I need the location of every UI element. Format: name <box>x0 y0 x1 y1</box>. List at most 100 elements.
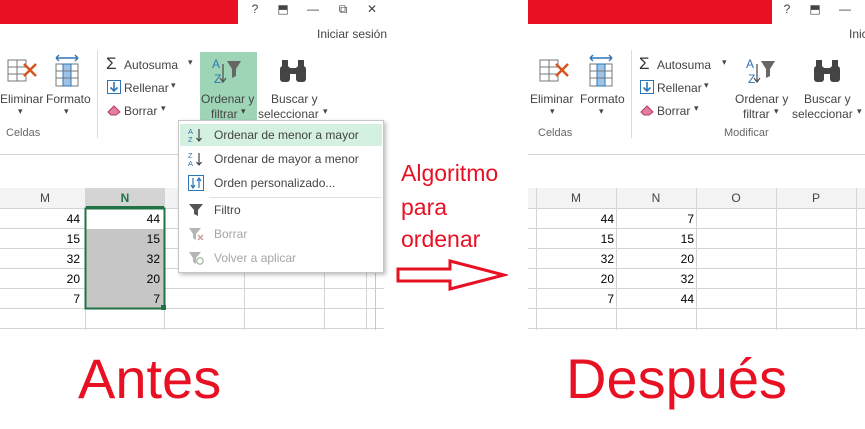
chevron-down-icon: ▾ <box>64 106 69 116</box>
delete-cells-icon <box>539 59 569 82</box>
sign-in-link[interactable]: Iniciar sesión <box>317 27 387 41</box>
clear-button[interactable]: Borrar <box>124 104 157 118</box>
sort-ascending-icon: A Z <box>188 127 202 143</box>
find-select-label-2[interactable]: seleccionar <box>792 107 853 121</box>
minimize-button[interactable]: — <box>304 2 322 16</box>
fill-button[interactable]: Rellenar <box>124 81 169 95</box>
sigma-icon: Σ <box>639 54 650 73</box>
format-button-label[interactable]: Formato <box>46 92 91 106</box>
fill-button[interactable]: Rellenar <box>657 81 702 95</box>
autosum-button[interactable]: Autosuma <box>657 58 711 72</box>
algorithm-text-line-2: para <box>401 194 448 220</box>
menu-item-label: Filtro <box>214 203 241 217</box>
chevron-down-icon: ▾ <box>722 57 727 67</box>
cell-n1[interactable]: 44 <box>80 209 160 229</box>
delete-button-label[interactable]: Eliminar <box>0 92 43 106</box>
filter-icon <box>189 204 203 216</box>
delete-button-label[interactable]: Eliminar <box>530 92 573 106</box>
sign-in-link[interactable]: Iniciar <box>849 27 865 41</box>
find-select-label-2[interactable]: seleccionar <box>258 107 319 121</box>
cell-n2[interactable]: 15 <box>610 229 694 249</box>
chevron-down-icon: ▾ <box>18 106 23 116</box>
cell-n3[interactable]: 32 <box>80 249 160 269</box>
help-button[interactable]: ? <box>778 2 796 16</box>
algorithm-text-line-1: Algoritmo <box>401 160 499 186</box>
chevron-down-icon: ▾ <box>241 106 246 116</box>
ribbon-display-button[interactable]: ⬒ <box>274 2 292 16</box>
menu-item-reapply: Volver a aplicar <box>180 247 382 269</box>
cell-m5[interactable]: 7 <box>0 289 80 309</box>
svg-text:A: A <box>746 57 754 71</box>
cell-m2[interactable]: 15 <box>530 229 614 249</box>
column-header-m[interactable]: M <box>536 188 616 208</box>
close-button[interactable]: ✕ <box>363 2 381 16</box>
cell-n3[interactable]: 20 <box>610 249 694 269</box>
column-header-m[interactable]: M <box>6 188 84 208</box>
chevron-down-icon: ▾ <box>774 106 779 116</box>
after-caption: Después <box>566 347 788 410</box>
svg-text:A: A <box>188 159 193 167</box>
cell-m3[interactable]: 32 <box>0 249 80 269</box>
sort-filter-icon: A Z <box>212 57 241 86</box>
binoculars-icon <box>814 60 840 82</box>
help-button[interactable]: ? <box>246 2 264 16</box>
sort-filter-label-1: Ordenar y <box>201 92 255 106</box>
menu-item-sort-ascending[interactable]: A Z Ordenar de menor a mayor <box>180 124 382 146</box>
sort-filter-menu: A Z Ordenar de menor a mayor Z A Ordenar… <box>178 120 384 273</box>
chevron-down-icon: ▾ <box>857 106 862 116</box>
sigma-icon: Σ <box>106 54 117 73</box>
group-divider <box>97 50 98 138</box>
format-cells-icon <box>55 54 79 87</box>
sort-filter-label-2: filtrar <box>211 107 238 121</box>
cell-n1[interactable]: 7 <box>610 209 694 229</box>
cell-m2[interactable]: 15 <box>0 229 80 249</box>
column-header-p[interactable]: P <box>776 188 856 208</box>
cell-n5[interactable]: 7 <box>80 289 160 309</box>
menu-item-sort-descending[interactable]: Z A Ordenar de mayor a menor <box>180 148 382 170</box>
sort-filter-label-2[interactable]: filtrar <box>743 107 770 121</box>
cell-m4[interactable]: 20 <box>530 269 614 289</box>
menu-item-custom-sort[interactable]: Orden personalizado... <box>180 172 382 194</box>
chevron-down-icon: ▾ <box>161 103 166 113</box>
restore-button[interactable]: ⧉ <box>334 2 352 17</box>
column-header-n[interactable]: N <box>616 188 696 208</box>
format-button-label[interactable]: Formato <box>580 92 625 106</box>
chevron-down-icon: ▾ <box>694 103 699 113</box>
format-cells-icon <box>589 54 613 87</box>
column-header-n[interactable]: N <box>86 188 164 208</box>
title-bar <box>528 0 772 24</box>
reapply-filter-icon <box>189 252 204 265</box>
binoculars-icon <box>280 60 306 82</box>
menu-item-filter[interactable]: Filtro <box>180 199 382 221</box>
cell-n5[interactable]: 44 <box>610 289 694 309</box>
cell-m4[interactable]: 20 <box>0 269 80 289</box>
clear-filter-icon <box>189 228 204 241</box>
menu-item-clear: Borrar <box>180 223 382 245</box>
minimize-button[interactable]: — <box>836 2 854 16</box>
find-select-label-1[interactable]: Buscar y <box>271 92 318 106</box>
find-select-label-1[interactable]: Buscar y <box>804 92 851 106</box>
sort-filter-label-1[interactable]: Ordenar y <box>735 92 788 106</box>
cell-m5[interactable]: 7 <box>530 289 614 309</box>
column-header-o[interactable]: O <box>696 188 776 208</box>
sort-filter-icon: A Z <box>746 57 775 86</box>
cell-n4[interactable]: 32 <box>610 269 694 289</box>
cell-m1[interactable]: 44 <box>530 209 614 229</box>
ribbon-display-button[interactable]: ⬒ <box>806 2 824 16</box>
menu-divider <box>209 197 381 198</box>
clear-button[interactable]: Borrar <box>657 104 690 118</box>
chevron-down-icon: ▾ <box>171 80 176 90</box>
cells-group-label: Celdas <box>538 127 573 139</box>
menu-item-label: Borrar <box>214 227 248 241</box>
editing-group-label: Modificar <box>724 127 769 139</box>
cell-m1[interactable]: 44 <box>0 209 80 229</box>
custom-sort-icon <box>188 175 204 191</box>
delete-cells-icon <box>7 59 37 82</box>
autosum-button[interactable]: Autosuma <box>124 58 178 72</box>
chevron-down-icon: ▾ <box>550 106 555 116</box>
menu-item-label: Orden personalizado... <box>214 176 336 190</box>
chevron-down-icon: ▾ <box>323 106 328 116</box>
cell-n4[interactable]: 20 <box>80 269 160 289</box>
cell-m3[interactable]: 32 <box>530 249 614 269</box>
cell-n2[interactable]: 15 <box>80 229 160 249</box>
